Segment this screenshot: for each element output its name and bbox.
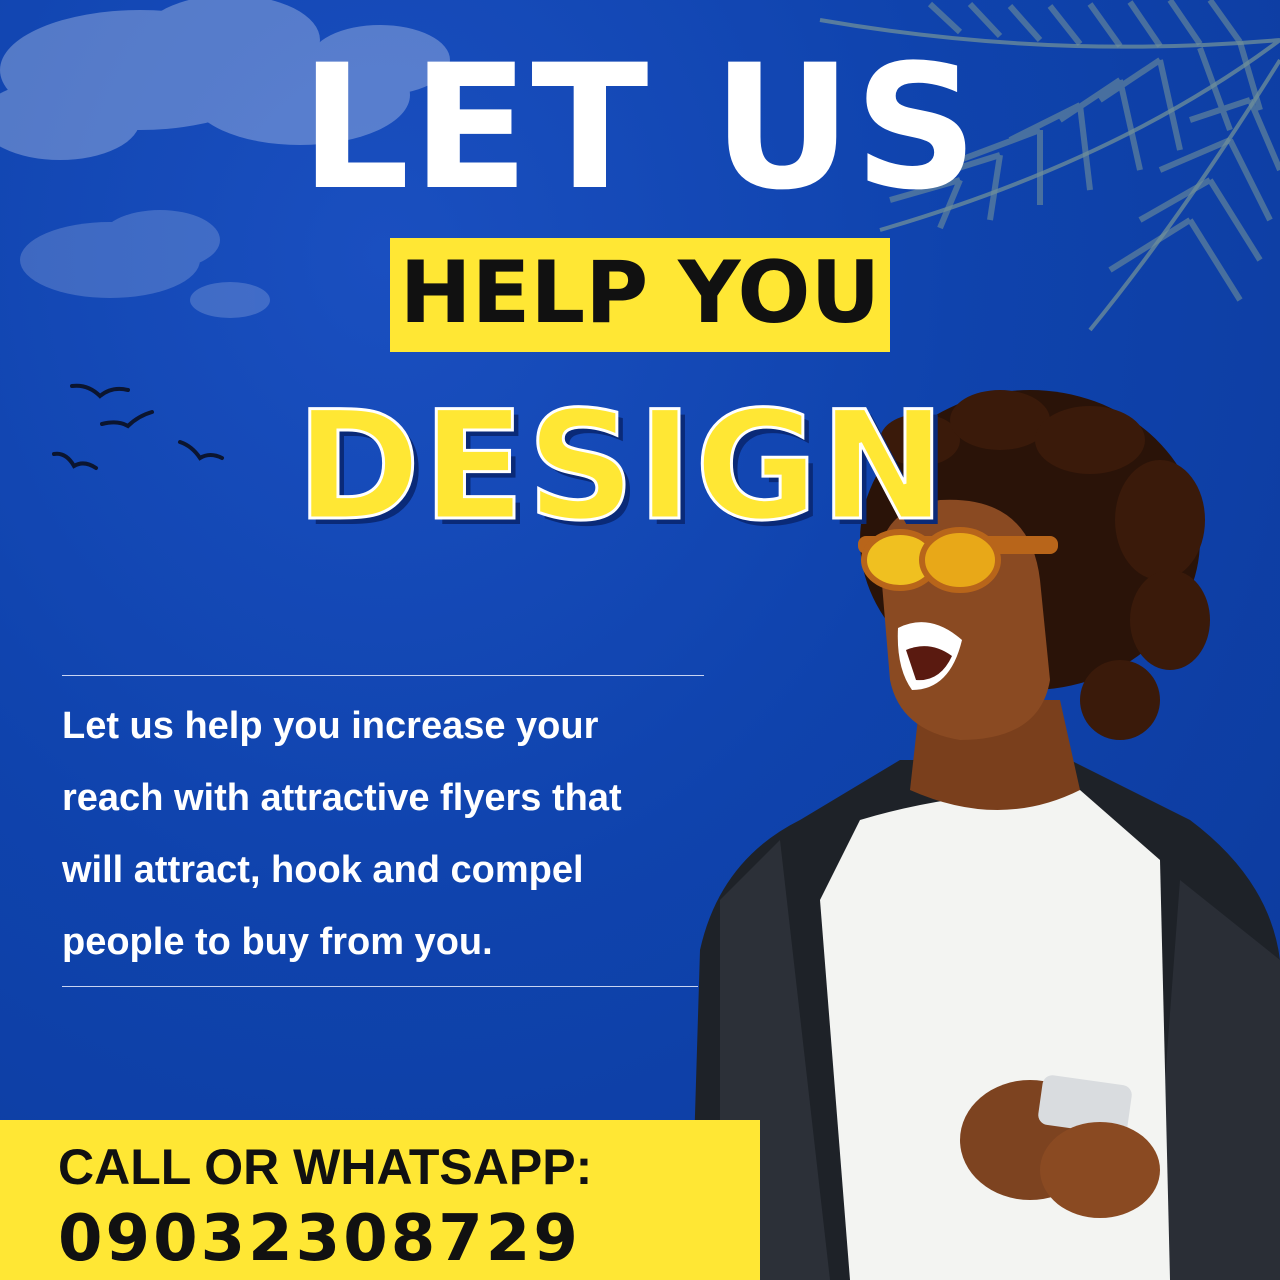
contact-label: CALL OR WHATSAPP:	[58, 1139, 593, 1195]
body-line: Let us help you increase your	[62, 705, 599, 747]
body-line: will attract, hook and compel	[62, 849, 584, 891]
top-divider	[62, 675, 704, 676]
bottom-divider	[62, 986, 698, 987]
body-line: people to buy from you.	[62, 921, 493, 963]
headline-let-us: LET US	[300, 27, 980, 228]
headline-help-you: HELP YOU	[399, 243, 881, 343]
headline-design: DESIGN	[295, 380, 948, 554]
body-line: reach with attractive flyers that	[62, 777, 622, 819]
phone-number[interactable]: 09032308729	[58, 1204, 581, 1275]
flyer: LET US HELP YOU DESIGN Let us help you i…	[0, 0, 1280, 1280]
body-copy: Let us help you increase your reach with…	[62, 690, 742, 978]
